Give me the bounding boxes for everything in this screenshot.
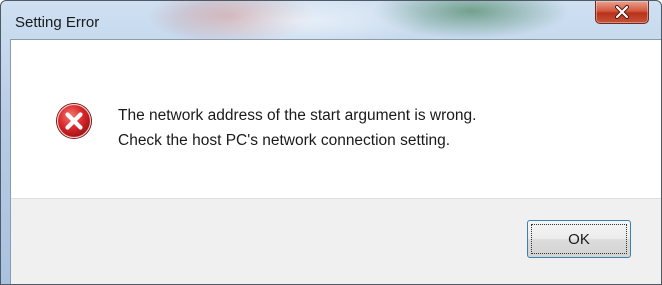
- dialog-title: Setting Error: [15, 14, 100, 31]
- message-area: The network address of the start argumen…: [11, 40, 661, 198]
- message-line-2: Check the host PC's network connection s…: [118, 132, 451, 149]
- button-panel: OK: [11, 198, 661, 284]
- dialog-window: Setting Error The network address of the…: [0, 0, 662, 285]
- title-bar[interactable]: Setting Error: [1, 1, 661, 43]
- close-icon: [615, 5, 629, 19]
- dialog-content: The network address of the start argumen…: [10, 39, 661, 284]
- close-button[interactable]: [595, 1, 649, 24]
- error-icon: [56, 103, 92, 139]
- error-message: The network address of the start argumen…: [118, 103, 476, 153]
- ok-button-label: OK: [568, 230, 590, 248]
- ok-button[interactable]: OK: [527, 220, 631, 258]
- message-line-1: The network address of the start argumen…: [118, 107, 477, 124]
